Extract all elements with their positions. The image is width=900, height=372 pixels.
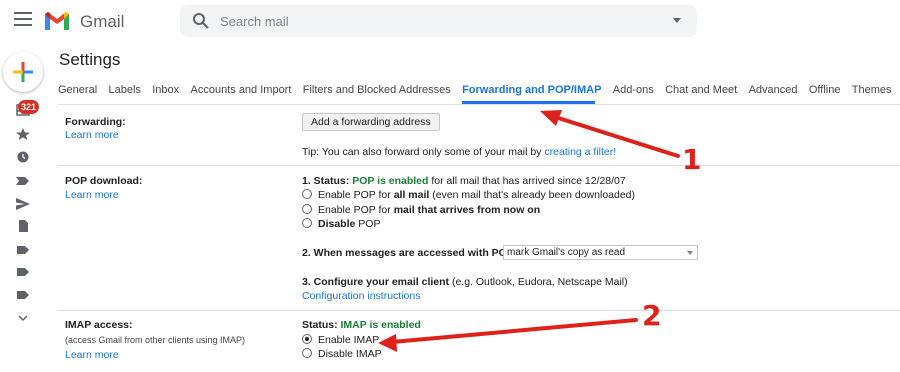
- annotation-arrows: [378, 110, 680, 352]
- arrow-2-head-icon: [378, 334, 397, 352]
- annotation-number-2: 2: [642, 299, 662, 332]
- arrow-1-icon: [550, 114, 680, 158]
- arrow-1-head-icon: [540, 110, 562, 126]
- annotation-number-1: 1: [682, 143, 702, 176]
- arrow-2-icon: [390, 318, 638, 344]
